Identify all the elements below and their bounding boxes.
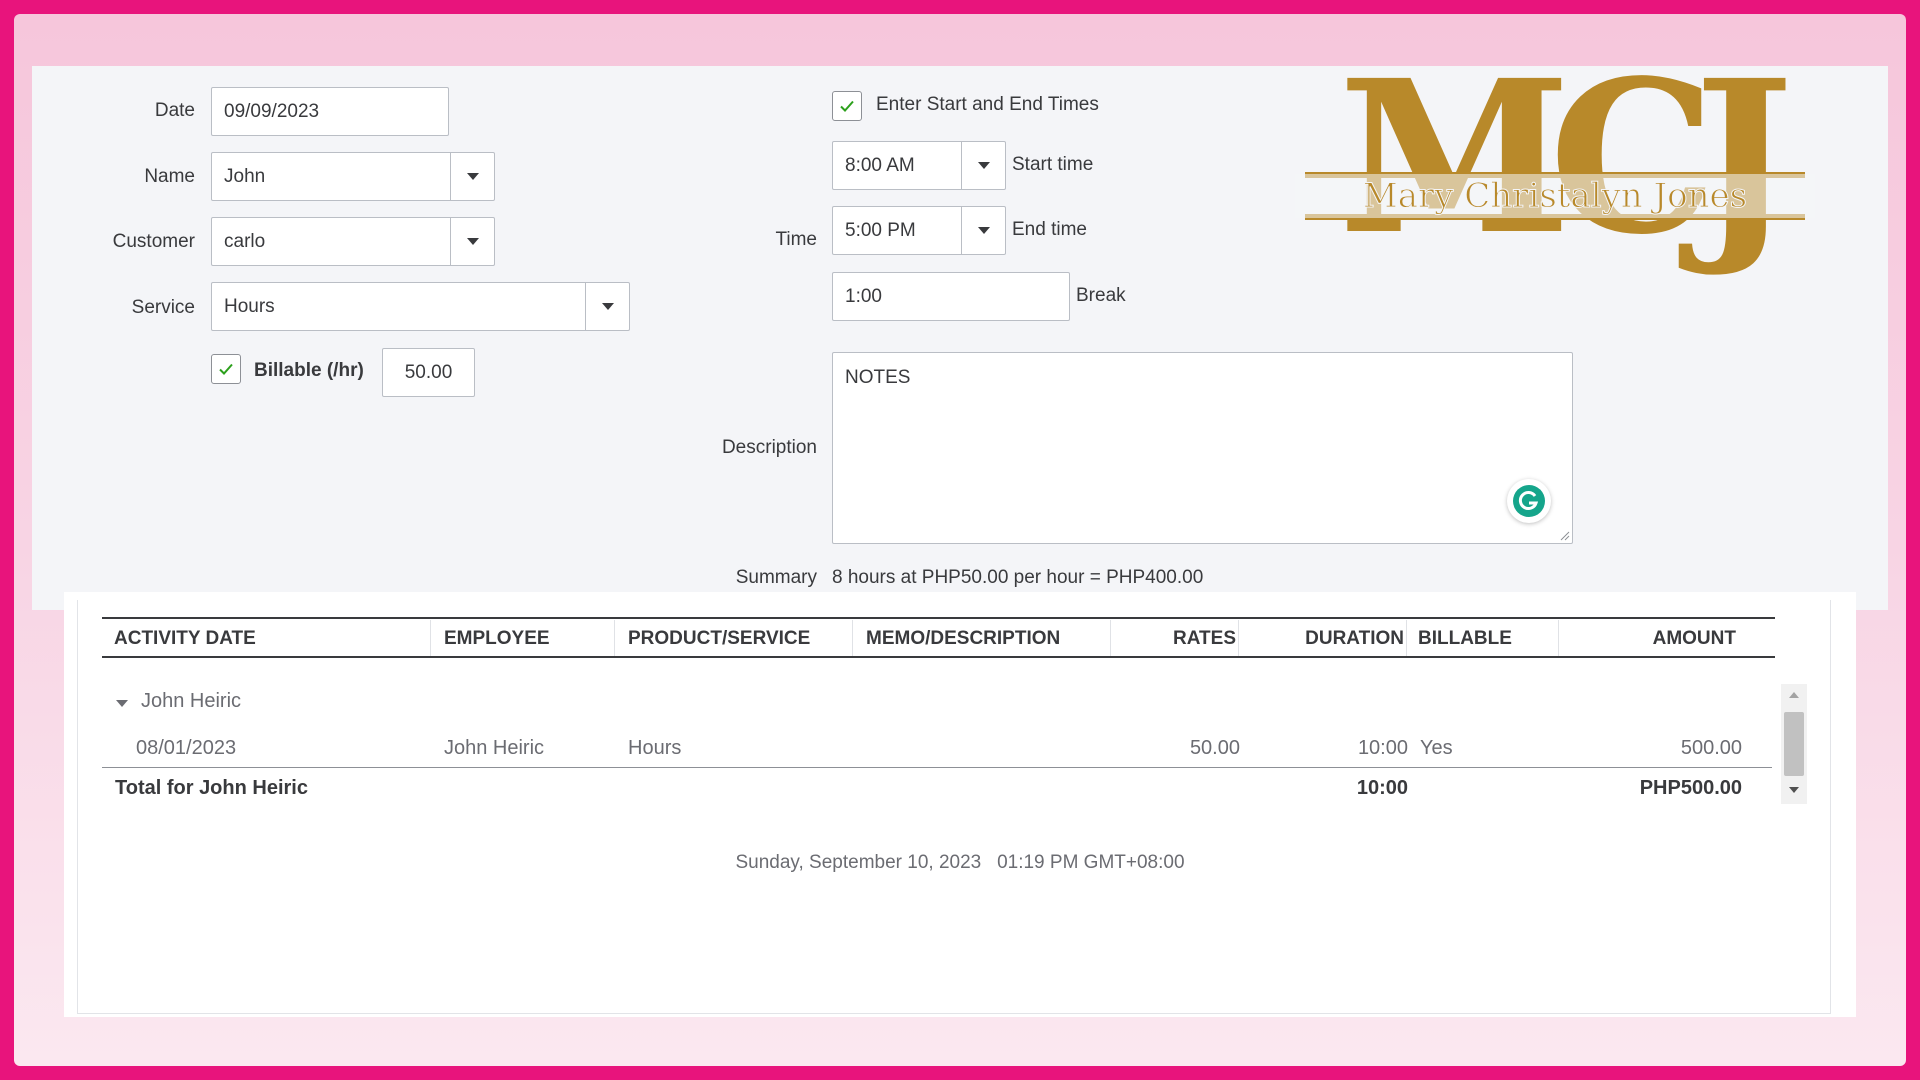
total-divider bbox=[102, 767, 1772, 768]
end-time-label: End time bbox=[1012, 219, 1087, 240]
end-time-dropdown-button[interactable] bbox=[961, 207, 1005, 254]
column-header-rates[interactable]: RATES bbox=[1110, 628, 1236, 650]
break-value: 1:00 bbox=[845, 285, 882, 307]
customer-dropdown[interactable]: carlo bbox=[211, 217, 495, 266]
report-timestamp: Sunday, September 10, 2023 01:19 PM GMT+… bbox=[735, 852, 1185, 873]
end-time-dropdown[interactable]: 5:00 PM bbox=[832, 206, 1006, 255]
service-value: Hours bbox=[224, 295, 275, 317]
billable-rate-field[interactable]: 50.00 bbox=[382, 348, 475, 397]
column-separator bbox=[614, 620, 615, 656]
time-label: Time bbox=[775, 229, 817, 250]
summary-value: 8 hours at PHP50.00 per hour = PHP400.00 bbox=[832, 567, 1204, 588]
date-label: Date bbox=[154, 100, 195, 121]
scroll-down-icon[interactable] bbox=[1789, 787, 1799, 793]
column-separator bbox=[1406, 620, 1407, 656]
service-label: Service bbox=[131, 297, 195, 318]
chevron-down-icon bbox=[601, 303, 614, 310]
start-time-dropdown-button[interactable] bbox=[961, 142, 1005, 189]
name-dropdown-button[interactable] bbox=[450, 153, 494, 200]
cell-amount[interactable]: 500.00 bbox=[1560, 737, 1742, 760]
date-value: 09/09/2023 bbox=[224, 100, 320, 122]
chevron-down-icon bbox=[466, 238, 479, 245]
cell-billable: Yes bbox=[1420, 737, 1453, 759]
scrollbar-thumb[interactable] bbox=[1784, 712, 1804, 776]
checkmark-icon bbox=[219, 363, 233, 375]
billable-rate-value: 50.00 bbox=[404, 361, 453, 383]
total-duration: 10:00 bbox=[1356, 777, 1408, 799]
name-dropdown[interactable]: John bbox=[211, 152, 495, 201]
date-field[interactable]: 09/09/2023 bbox=[211, 87, 449, 136]
column-separator bbox=[430, 620, 431, 656]
description-label: Description bbox=[721, 437, 817, 458]
break-label: Break bbox=[1076, 285, 1126, 306]
start-time-label: Start time bbox=[1012, 154, 1094, 175]
name-value: John bbox=[224, 165, 266, 187]
total-amount: PHP500.00 bbox=[1639, 777, 1742, 799]
cell-product-service[interactable]: Hours bbox=[628, 737, 681, 760]
service-dropdown-button[interactable] bbox=[585, 283, 629, 330]
customer-value: carlo bbox=[224, 230, 266, 252]
chevron-down-icon bbox=[466, 173, 479, 180]
checkmark-icon bbox=[840, 100, 854, 112]
billable-label: Billable (/hr) bbox=[254, 360, 364, 381]
end-time-value: 5:00 PM bbox=[845, 219, 916, 241]
name-label: Name bbox=[144, 166, 195, 187]
column-header-billable[interactable]: BILLABLE bbox=[1418, 628, 1512, 650]
resize-handle-icon[interactable] bbox=[1558, 529, 1570, 541]
logo: MCJ Mary Christalyn Jones bbox=[1295, 53, 1815, 284]
break-field[interactable]: 1:00 bbox=[832, 272, 1070, 321]
collapse-group-icon[interactable] bbox=[116, 700, 128, 707]
cell-employee[interactable]: John Heiric bbox=[444, 737, 544, 760]
logo-monogram: MCJ bbox=[1338, 34, 1794, 281]
column-separator bbox=[1238, 620, 1239, 656]
chevron-down-icon bbox=[977, 162, 990, 169]
column-header-employee[interactable]: EMPLOYEE bbox=[444, 628, 550, 650]
grammarly-icon bbox=[1513, 485, 1545, 517]
enter-times-label: Enter Start and End Times bbox=[876, 94, 1099, 115]
table-header-top-border bbox=[102, 617, 1775, 619]
customer-dropdown-button[interactable] bbox=[450, 218, 494, 265]
group-name[interactable]: John Heiric bbox=[141, 690, 241, 713]
summary-label: Summary bbox=[735, 567, 817, 588]
column-header-product-service[interactable]: PRODUCT/SERVICE bbox=[628, 628, 810, 650]
logo-name: Mary Christalyn Jones bbox=[1295, 174, 1815, 218]
column-header-memo-description[interactable]: MEMO/DESCRIPTION bbox=[866, 628, 1060, 650]
start-time-value: 8:00 AM bbox=[845, 154, 915, 176]
cell-activity-date[interactable]: 08/01/2023 bbox=[136, 737, 236, 760]
cell-duration: 10:00 bbox=[1357, 737, 1408, 759]
column-header-amount[interactable]: AMOUNT bbox=[1560, 628, 1736, 650]
table-header-bottom-border bbox=[102, 656, 1775, 658]
cell-rates: 50.00 bbox=[1189, 737, 1240, 759]
start-time-dropdown[interactable]: 8:00 AM bbox=[832, 141, 1006, 190]
column-header-duration[interactable]: DURATION bbox=[1240, 628, 1404, 650]
column-separator bbox=[852, 620, 853, 656]
enter-times-checkbox[interactable] bbox=[832, 91, 862, 121]
column-separator bbox=[1558, 620, 1559, 656]
chevron-down-icon bbox=[977, 227, 990, 234]
table-scrollbar[interactable] bbox=[1781, 684, 1807, 804]
total-label: Total for John Heiric bbox=[115, 777, 308, 799]
report-frame bbox=[77, 600, 1831, 1014]
service-dropdown[interactable]: Hours bbox=[211, 282, 630, 331]
description-value: NOTES bbox=[845, 367, 911, 388]
scroll-up-icon[interactable] bbox=[1789, 692, 1799, 698]
column-header-activity-date[interactable]: ACTIVITY DATE bbox=[114, 628, 256, 650]
billable-checkbox[interactable] bbox=[211, 354, 241, 384]
grammarly-button[interactable] bbox=[1507, 479, 1551, 523]
description-textarea[interactable]: NOTES bbox=[832, 352, 1573, 544]
customer-label: Customer bbox=[112, 231, 195, 252]
